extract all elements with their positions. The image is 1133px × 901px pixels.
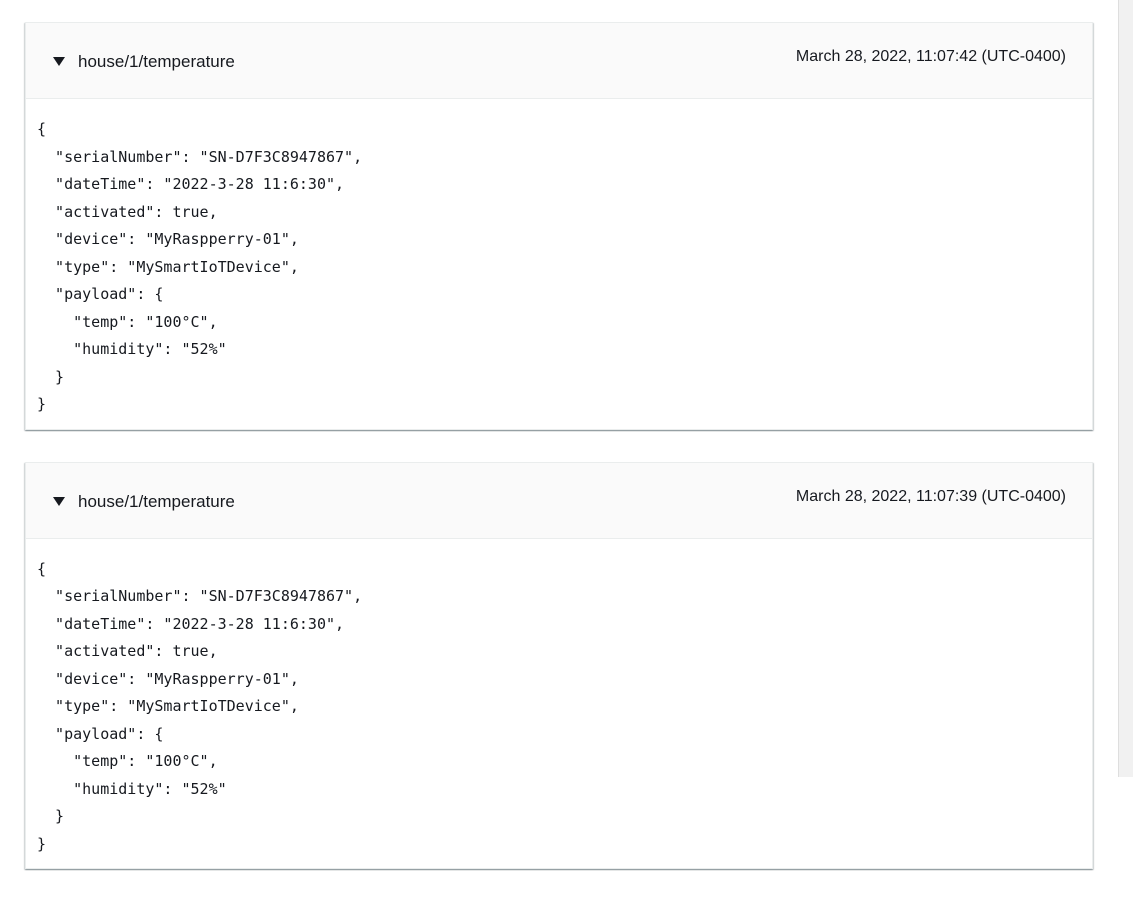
- message-topic: house/1/temperature: [78, 52, 235, 71]
- message-card: house/1/temperature March 28, 2022, 11:0…: [25, 461, 1093, 869]
- message-timestamp: March 28, 2022, 11:07:42 (UTC-0400): [795, 48, 1066, 65]
- message-header[interactable]: house/1/temperature March 28, 2022, 11:0…: [26, 462, 1092, 539]
- message-body: { "serialNumber": "SN-D7F3C8947867", "da…: [26, 99, 1092, 429]
- caret-down-icon[interactable]: [53, 57, 65, 66]
- message-list: house/1/temperature March 28, 2022, 11:0…: [25, 22, 1093, 901]
- caret-down-icon[interactable]: [53, 496, 65, 506]
- message-topic: house/1/temperature: [78, 491, 235, 511]
- message-card: house/1/temperature March 28, 2022, 11:0…: [25, 22, 1093, 430]
- message-body: { "serialNumber": "SN-D7F3C8947867", "da…: [26, 539, 1092, 869]
- message-payload: { "serialNumber": "SN-D7F3C8947867", "da…: [37, 120, 363, 413]
- message-payload: { "serialNumber": "SN-D7F3C8947867", "da…: [37, 559, 363, 853]
- page-scrollbar[interactable]: [1118, 0, 1133, 777]
- message-timestamp: March 28, 2022, 11:07:39 (UTC-0400): [795, 487, 1066, 505]
- message-header[interactable]: house/1/temperature March 28, 2022, 11:0…: [26, 23, 1092, 99]
